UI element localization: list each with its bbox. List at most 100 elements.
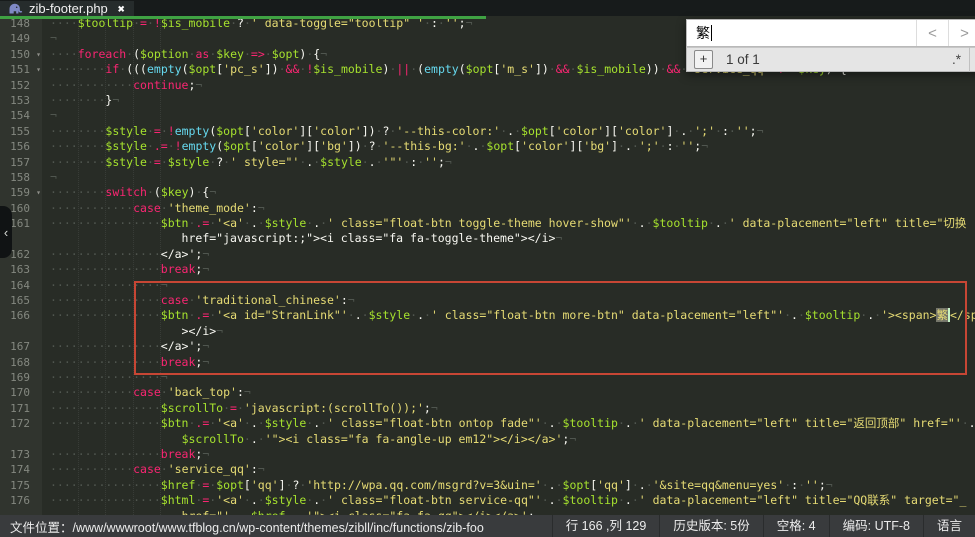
line-number[interactable]: 164 xyxy=(0,278,42,293)
line-number[interactable]: 172 xyxy=(0,416,42,431)
line-number[interactable]: 151▾ xyxy=(0,62,42,77)
add-search-button[interactable]: + xyxy=(694,50,713,69)
search-input[interactable]: 繁 xyxy=(687,20,916,46)
line-number[interactable]: 169 xyxy=(0,370,42,385)
line-number[interactable]: 155 xyxy=(0,124,42,139)
code-text: ············case·'theme_mode':¬ xyxy=(42,201,265,216)
line-number[interactable]: 167 xyxy=(0,339,42,354)
code-text: ········switch·($key)·{¬ xyxy=(42,185,216,200)
text-caret xyxy=(711,25,712,41)
code-line[interactable]: 159▾········switch·($key)·{¬ xyxy=(0,185,975,200)
line-number[interactable]: 171 xyxy=(0,401,42,416)
code-lines: 148····$tooltip·=·!$is_mobile·?·' data-t… xyxy=(0,16,975,515)
search-options-row: + 1 of 1 .* A xyxy=(686,47,975,72)
search-input-row: 繁 < > xyxy=(686,19,975,47)
chevron-right-icon: > xyxy=(960,25,969,42)
line-number[interactable]: 168 xyxy=(0,355,42,370)
code-text: ················break;¬ xyxy=(42,447,209,462)
regex-toggle-button[interactable]: .* xyxy=(944,52,969,67)
line-number[interactable]: 175 xyxy=(0,478,42,493)
code-text: ············continue;¬ xyxy=(42,78,202,93)
file-location: 文件位置：/www/wwwroot/www.tfblog.cn/wp-conte… xyxy=(0,517,552,536)
status-bar: 文件位置：/www/wwwroot/www.tfblog.cn/wp-conte… xyxy=(0,515,975,537)
code-line[interactable]: 173················break;¬ xyxy=(0,447,975,462)
code-line[interactable]: 170············case·'back_top':¬ xyxy=(0,385,975,400)
line-number[interactable]: 166 xyxy=(0,308,42,323)
code-line[interactable]: 171················$scrollTo·=·'javascri… xyxy=(0,401,975,416)
line-number[interactable]: 159▾ xyxy=(0,185,42,200)
code-text: ¬ xyxy=(42,108,57,123)
code-text: ····foreach·($option·as·$key·=>·$opt)·{¬ xyxy=(42,47,327,62)
cursor-position: 行 166 ,列 129 xyxy=(552,515,660,537)
code-line[interactable]: 156········$style·.=·!empty($opt['color'… xyxy=(0,139,975,154)
tab-bar: zib-footer.php ✖ xyxy=(0,0,975,16)
line-number[interactable]: 157 xyxy=(0,155,42,170)
fold-arrow-icon[interactable]: ▾ xyxy=(36,185,41,200)
line-number[interactable]: 173 xyxy=(0,447,42,462)
code-text: ········$style·=·!empty($opt['color']['c… xyxy=(42,124,764,139)
fold-arrow-icon[interactable]: ▾ xyxy=(36,47,41,62)
code-text: ················$href·=·$opt['qq']·?·'ht… xyxy=(42,478,833,493)
line-number[interactable]: 158 xyxy=(0,170,42,185)
file-path: /www/wwwroot/www.tfblog.cn/wp-content/th… xyxy=(73,521,484,535)
code-text: ¬ xyxy=(42,170,57,185)
code-text: ¬ xyxy=(42,31,57,46)
php-file-icon xyxy=(8,3,23,15)
match-count: 1 of 1 xyxy=(726,52,760,67)
status-segments: 行 166 ,列 129 历史版本: 5份 空格: 4 编码: UTF-8 语言 xyxy=(552,515,975,537)
line-number[interactable]: 165 xyxy=(0,293,42,308)
tab-spaces: 空格: 4 xyxy=(763,515,829,537)
code-text: $scrollTo·.·'"><i class="fa fa-angle-up … xyxy=(42,432,576,447)
file-location-label: 文件位置： xyxy=(10,521,73,535)
line-number[interactable]: 176 xyxy=(0,493,42,508)
line-number[interactable]: 152 xyxy=(0,78,42,93)
line-number[interactable]: 153 xyxy=(0,93,42,108)
code-line[interactable]: 172················$btn·.=·'<a'·.·$style… xyxy=(0,416,975,431)
code-line[interactable]: 152············continue;¬ xyxy=(0,78,975,93)
code-line[interactable]: href="javascript:;"><i class="fa fa-togg… xyxy=(0,231,975,246)
code-text: ············case·'service_qq':¬ xyxy=(42,462,265,477)
code-text: ················$btn·.=·'<a'·.·$style·.·… xyxy=(42,216,966,231)
tab-close-icon[interactable]: ✖ xyxy=(118,2,125,16)
code-line[interactable]: 163················break;¬ xyxy=(0,262,975,277)
code-text: ········}¬ xyxy=(42,93,119,108)
line-number[interactable]: 156 xyxy=(0,139,42,154)
case-toggle-button[interactable]: A xyxy=(970,52,975,67)
code-line[interactable]: $scrollTo·.·'"><i class="fa fa-angle-up … xyxy=(0,432,975,447)
code-text: ················$html·=·'<a'·.·$style·.·… xyxy=(42,493,966,508)
active-tab-underline xyxy=(0,16,486,19)
history-versions: 历史版本: 5份 xyxy=(659,515,762,537)
code-text: href="javascript:;"><i class="fa fa-togg… xyxy=(42,231,562,246)
search-query-text: 繁 xyxy=(696,23,710,43)
code-line[interactable]: 158¬ xyxy=(0,170,975,185)
highlight-annotation-box xyxy=(134,281,967,375)
line-number[interactable]: 149 xyxy=(0,31,42,46)
code-line[interactable]: 153········}¬ xyxy=(0,93,975,108)
fold-arrow-icon[interactable]: ▾ xyxy=(36,62,41,77)
sidebar-collapse-button[interactable]: ‹ xyxy=(0,206,12,258)
code-line[interactable]: 176················$html·=·'<a'·.·$style… xyxy=(0,493,975,508)
line-number[interactable]: 163 xyxy=(0,262,42,277)
code-line[interactable]: 160············case·'theme_mode':¬ xyxy=(0,201,975,216)
find-next-button[interactable]: > xyxy=(948,20,975,46)
code-line[interactable]: 154¬ xyxy=(0,108,975,123)
code-line[interactable]: 162················</a>';¬ xyxy=(0,247,975,262)
code-line[interactable]: 157········$style·=·$style·?·' style="'·… xyxy=(0,155,975,170)
code-text: ················$btn·.=·'<a'·.·$style·.·… xyxy=(42,416,975,431)
code-text: ············case·'back_top':¬ xyxy=(42,385,251,400)
tab-zib-footer[interactable]: zib-footer.php ✖ xyxy=(0,1,134,17)
line-number[interactable] xyxy=(0,324,42,339)
line-number[interactable]: 154 xyxy=(0,108,42,123)
code-line[interactable]: 175················$href·=·$opt['qq']·?·… xyxy=(0,478,975,493)
code-line[interactable]: 161················$btn·.=·'<a'·.·$style… xyxy=(0,216,975,231)
line-number[interactable] xyxy=(0,432,42,447)
line-number[interactable]: 150▾ xyxy=(0,47,42,62)
code-line[interactable]: 155········$style·=·!empty($opt['color']… xyxy=(0,124,975,139)
code-line[interactable]: 174············case·'service_qq':¬ xyxy=(0,462,975,477)
code-editor[interactable]: 148····$tooltip·=·!$is_mobile·?·' data-t… xyxy=(0,16,975,515)
line-number[interactable]: 174 xyxy=(0,462,42,477)
find-prev-button[interactable]: < xyxy=(916,20,948,46)
line-number[interactable]: 170 xyxy=(0,385,42,400)
language: 语言 xyxy=(923,515,975,537)
code-text: ················$scrollTo·=·'javascript:… xyxy=(42,401,438,416)
